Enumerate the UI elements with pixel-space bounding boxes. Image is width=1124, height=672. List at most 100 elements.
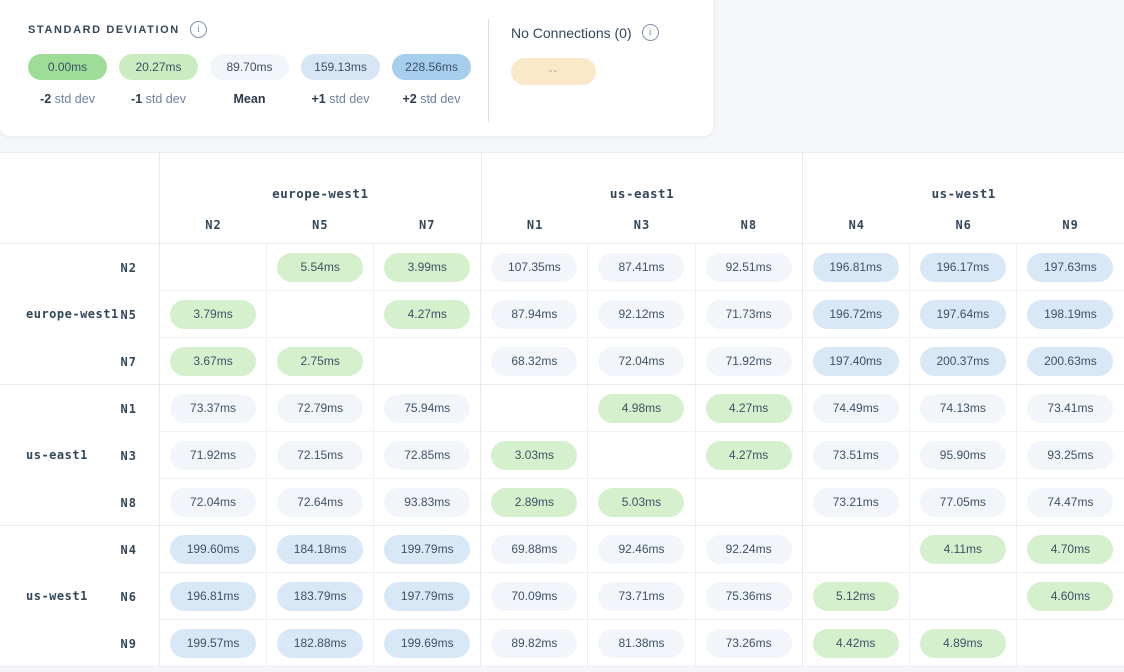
latency-value-pill: 3.79ms (170, 300, 256, 329)
latency-cell: 4.89ms (910, 620, 1017, 667)
latency-cell: 74.49ms (803, 385, 910, 432)
latency-value-pill: 87.41ms (598, 253, 684, 282)
latency-cell: 68.32ms (481, 338, 588, 385)
latency-value-pill: 4.42ms (813, 629, 899, 658)
latency-cell: 200.37ms (910, 338, 1017, 385)
latency-cell: 197.64ms (910, 291, 1017, 338)
latency-cell: 92.24ms (696, 526, 803, 573)
latency-cell: 4.70ms (1017, 526, 1124, 573)
latency-cell: 72.15ms (267, 432, 374, 479)
latency-value-pill: 75.36ms (706, 582, 792, 611)
latency-cell-self (481, 385, 588, 432)
column-group-us-west1: us-west1N4N6N9 (803, 153, 1124, 243)
row-node-labels: N1N3N8 (99, 385, 159, 525)
latency-value-pill: 73.51ms (813, 441, 899, 470)
latency-value-pill: 69.88ms (491, 535, 577, 564)
column-group-region-label: europe-west1 (160, 186, 481, 201)
latency-value-pill: 92.51ms (706, 253, 792, 282)
latency-value-pill: 73.26ms (706, 629, 792, 658)
latency-cell: 183.79ms (267, 573, 374, 620)
no-connections-pill: -- (511, 58, 596, 85)
latency-value-pill: 74.49ms (813, 394, 899, 423)
latency-matrix: europe-west1N2N5N7us-east1N1N3N8us-west1… (0, 152, 1124, 666)
legend-labels: -2 std dev-1 std devMean+1 std dev+2 std… (28, 92, 471, 106)
latency-value-pill: 95.90ms (920, 441, 1006, 470)
latency-cell: 93.83ms (374, 479, 481, 526)
region-band-europe-west1: europe-west1N2N5N75.54ms3.99ms107.35ms87… (0, 244, 1124, 385)
latency-value-pill: 93.25ms (1027, 441, 1113, 470)
latency-cell: 197.63ms (1017, 244, 1124, 291)
latency-value-pill: 3.67ms (170, 347, 256, 376)
latency-value-pill: 198.19ms (1027, 300, 1113, 329)
std-deviation-info-icon[interactable]: i (190, 21, 207, 38)
no-connections-label: No Connections (0) (511, 25, 632, 41)
matrix-body: europe-west1N2N5N75.54ms3.99ms107.35ms87… (0, 244, 1124, 667)
row-label-column: us-west1N4N6N9 (0, 526, 160, 666)
legend-pill: 159.13ms (301, 54, 380, 80)
latency-value-pill: 71.92ms (706, 347, 792, 376)
latency-cell: 107.35ms (481, 244, 588, 291)
latency-value-pill: 184.18ms (277, 535, 363, 564)
latency-cell: 199.57ms (160, 620, 267, 667)
latency-cell: 72.64ms (267, 479, 374, 526)
latency-cell: 196.72ms (803, 291, 910, 338)
latency-cell: 71.73ms (696, 291, 803, 338)
latency-value-pill: 196.81ms (813, 253, 899, 282)
latency-value-pill: 73.41ms (1027, 394, 1113, 423)
latency-cell: 197.40ms (803, 338, 910, 385)
latency-cell: 72.04ms (588, 338, 695, 385)
latency-cell: 93.25ms (1017, 432, 1124, 479)
latency-cell: 73.26ms (696, 620, 803, 667)
legend-pill: 228.56ms (392, 54, 471, 80)
latency-value-pill: 77.05ms (920, 488, 1006, 517)
latency-value-pill: 197.63ms (1027, 253, 1113, 282)
row-header-N4: N4 (99, 526, 159, 573)
latency-value-pill: 4.27ms (706, 441, 792, 470)
legend-stop-label: -1 std dev (119, 92, 198, 106)
legend-stop-label: -2 std dev (28, 92, 107, 106)
latency-cell: 4.11ms (910, 526, 1017, 573)
latency-value-pill: 3.99ms (384, 253, 470, 282)
latency-value-pill: 197.64ms (920, 300, 1006, 329)
latency-cell-self (160, 244, 267, 291)
latency-value-pill: 72.15ms (277, 441, 363, 470)
column-header-N1: N1 (482, 218, 589, 232)
latency-cell-self (696, 479, 803, 526)
latency-cell: 75.36ms (696, 573, 803, 620)
column-header-N8: N8 (695, 218, 802, 232)
latency-value-pill: 87.94ms (491, 300, 577, 329)
latency-value-pill: 200.37ms (920, 347, 1006, 376)
latency-cell-self (1017, 620, 1124, 667)
no-connections-info-icon[interactable]: i (642, 24, 659, 41)
latency-cell: 5.03ms (588, 479, 695, 526)
column-header-N5: N5 (267, 218, 374, 232)
latency-cell: 70.09ms (481, 573, 588, 620)
latency-cell: 4.27ms (374, 291, 481, 338)
latency-value-pill: 5.03ms (598, 488, 684, 517)
latency-value-pill: 92.12ms (598, 300, 684, 329)
column-header-N3: N3 (589, 218, 696, 232)
legend-pill: 89.70ms (210, 54, 289, 80)
column-group-region-label: us-east1 (482, 186, 803, 201)
legend-pill: 0.00ms (28, 54, 107, 80)
latency-cell: 73.21ms (803, 479, 910, 526)
latency-cell: 77.05ms (910, 479, 1017, 526)
legend-divider (488, 19, 489, 122)
latency-cell-self (803, 526, 910, 573)
latency-value-pill: 92.46ms (598, 535, 684, 564)
region-band-us-west1: us-west1N4N6N9199.60ms184.18ms199.79ms69… (0, 526, 1124, 667)
no-connections-section: No Connections (0) i -- (511, 24, 659, 85)
latency-value-pill: 74.13ms (920, 394, 1006, 423)
latency-cell: 2.89ms (481, 479, 588, 526)
latency-cell: 184.18ms (267, 526, 374, 573)
latency-value-pill: 72.85ms (384, 441, 470, 470)
latency-cell-self (267, 291, 374, 338)
matrix-corner-cell (0, 153, 160, 243)
latency-cell: 4.60ms (1017, 573, 1124, 620)
latency-value-pill: 197.40ms (813, 347, 899, 376)
latency-cell: 196.81ms (803, 244, 910, 291)
legend-title: STANDARD DEVIATION (28, 24, 180, 36)
band-cells: 73.37ms72.79ms75.94ms4.98ms4.27ms74.49ms… (160, 385, 1124, 525)
row-group-region-label: us-west1 (26, 589, 88, 603)
legend-pill: 20.27ms (119, 54, 198, 80)
